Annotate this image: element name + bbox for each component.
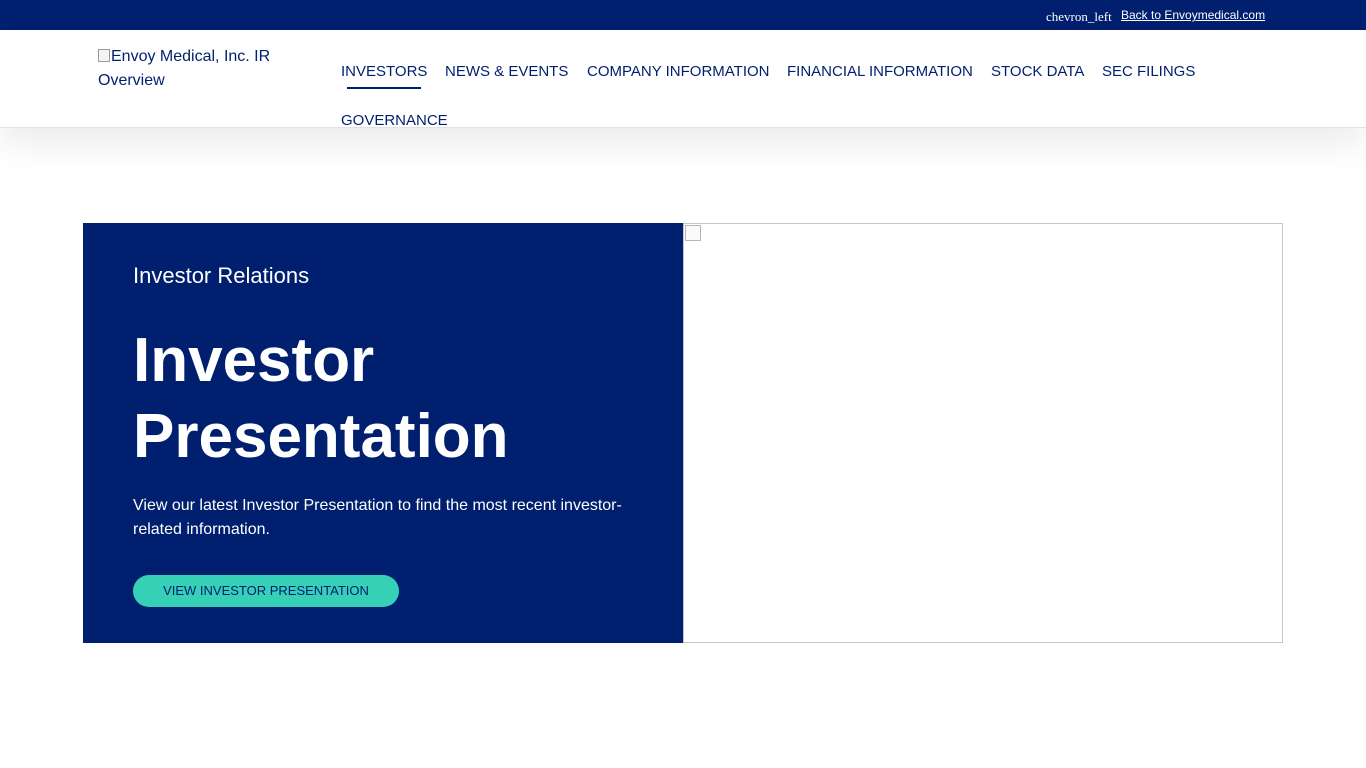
site-header: Envoy Medical, Inc. IR Overview INVESTOR…: [0, 30, 1366, 129]
nav-sec-filings[interactable]: SEC FILINGS: [1102, 63, 1195, 80]
back-to-envoymedical-link[interactable]: Back to Envoymedical.com: [1121, 8, 1265, 22]
chevron-left-icon: chevron_left: [1046, 9, 1112, 24]
top-bar: chevron_left Back to Envoymedical.com: [0, 0, 1366, 30]
view-investor-presentation-button[interactable]: VIEW INVESTOR PRESENTATION: [133, 575, 399, 607]
hero-title: Investor Presentation: [133, 326, 509, 471]
nav-investors[interactable]: INVESTORS: [341, 63, 427, 89]
hero-description: View our latest Investor Presentation to…: [133, 497, 622, 538]
nav-financial-information[interactable]: FINANCIAL INFORMATION: [787, 63, 973, 80]
broken-image-icon: [685, 225, 701, 241]
nav-company-information[interactable]: COMPANY INFORMATION: [587, 63, 770, 80]
nav-governance[interactable]: GOVERNANCE: [341, 112, 448, 129]
hero-eyebrow: Investor Relations: [133, 263, 310, 288]
hero-panel: Investor Relations Investor Presentation…: [83, 223, 683, 643]
nav-news-events[interactable]: NEWS & EVENTS: [445, 63, 568, 80]
logo-alt-text: Envoy Medical, Inc. IR Overview: [98, 48, 271, 89]
logo[interactable]: Envoy Medical, Inc. IR Overview: [98, 45, 298, 93]
nav-stock-data[interactable]: STOCK DATA: [991, 63, 1084, 80]
hero-image: [683, 223, 1283, 643]
broken-image-icon: [98, 49, 110, 62]
